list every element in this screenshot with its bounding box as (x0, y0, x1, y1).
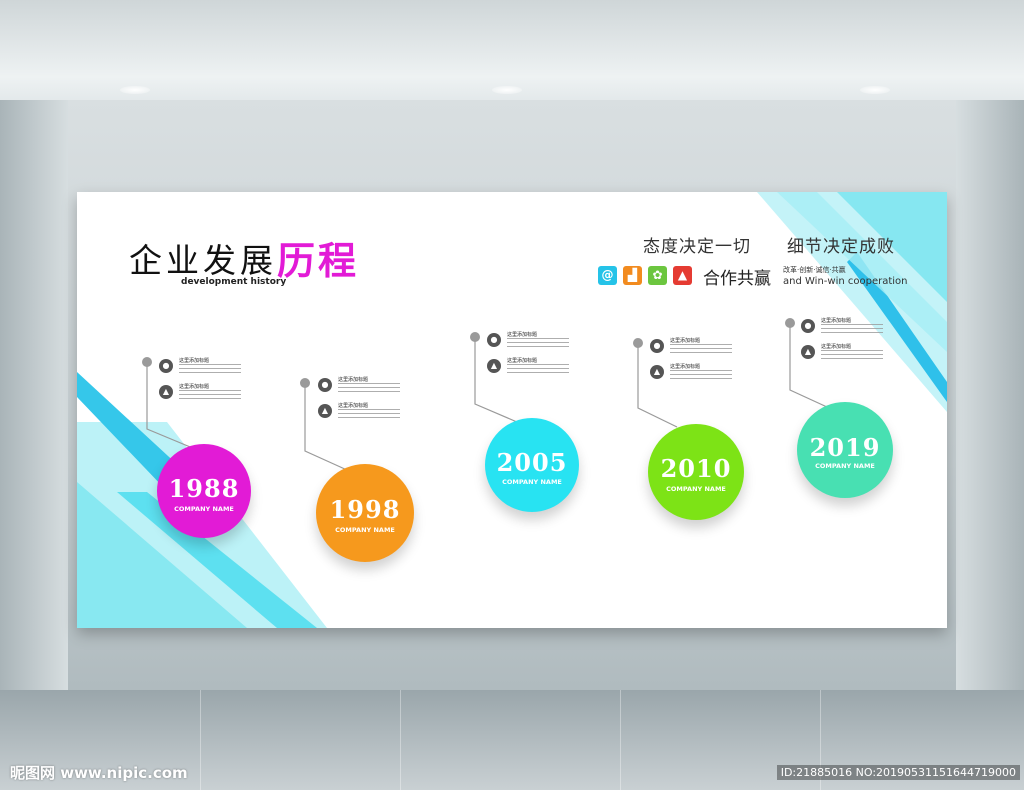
milestone-2010: 2010 COMPANY NAME (648, 424, 744, 520)
ceiling-light (860, 86, 890, 94)
image-icon: ▲ (318, 404, 332, 418)
image-icon: ▲ (159, 385, 173, 399)
info-title: 这里添加标题 (507, 358, 538, 364)
milestone-company: COMPANY NAME (666, 485, 726, 493)
info-row: ● 这里添加标题 (801, 317, 883, 339)
info-row: ● 这里添加标题 (487, 331, 569, 353)
info-text (507, 338, 569, 348)
image-icon: ▲ (801, 345, 815, 359)
timeline-dot (142, 357, 152, 367)
info-text (507, 364, 569, 374)
milestone-year: 2005 (496, 448, 568, 477)
info-text (670, 370, 732, 380)
floor-line (620, 690, 621, 790)
watermark-right: ID:21885016 NO:20190531151644719000 (776, 765, 1020, 780)
milestone-year: 2010 (660, 454, 732, 483)
timeline-dot (633, 338, 643, 348)
info-text (338, 383, 400, 393)
milestone-company: COMPANY NAME (174, 505, 234, 513)
info-text (821, 324, 883, 334)
timeline-board: 企业发展 历程 development history 态度决定一切 细节决定成… (77, 192, 947, 628)
milestone-company: COMPANY NAME (815, 462, 875, 470)
user-icon: ● (650, 339, 664, 353)
image-icon: ▲ (650, 365, 664, 379)
side-wall-left (0, 100, 70, 700)
milestone-company: COMPANY NAME (502, 478, 562, 486)
info-title: 这里添加标题 (821, 344, 852, 350)
milestone-info-2010: ● 这里添加标题 ▲ 这里添加标题 (650, 337, 732, 389)
side-wall-right (954, 100, 1024, 700)
info-text (338, 409, 400, 419)
floor-line (400, 690, 401, 790)
info-row: ▲ 这里添加标题 (318, 402, 400, 424)
milestone-2005: 2005 COMPANY NAME (485, 418, 579, 512)
milestone-info-1988: ● 这里添加标题 ▲ 这里添加标题 (159, 357, 241, 409)
info-title: 这里添加标题 (179, 384, 210, 390)
milestone-year: 2019 (809, 433, 881, 462)
info-row: ● 这里添加标题 (159, 357, 241, 379)
info-row: ▲ 这里添加标题 (159, 383, 241, 405)
watermark-left: 昵图网 www.nipic.com (10, 764, 188, 782)
timeline-dot (300, 378, 310, 388)
info-title: 这里添加标题 (507, 332, 538, 338)
ceiling-light (120, 86, 150, 94)
info-row: ● 这里添加标题 (318, 376, 400, 398)
milestone-info-2005: ● 这里添加标题 ▲ 这里添加标题 (487, 331, 569, 383)
info-row: ▲ 这里添加标题 (487, 357, 569, 379)
milestone-year: 1998 (329, 495, 401, 524)
info-row: ● 这里添加标题 (650, 337, 732, 359)
user-icon: ● (159, 359, 173, 373)
milestone-2019: 2019 COMPANY NAME (797, 402, 893, 498)
info-title: 这里添加标题 (821, 318, 852, 324)
info-row: ▲ 这里添加标题 (801, 343, 883, 365)
milestone-year: 1988 (168, 474, 240, 503)
milestone-1988: 1988 COMPANY NAME (157, 444, 251, 538)
user-icon: ● (801, 319, 815, 333)
floor-line (200, 690, 201, 790)
info-title: 这里添加标题 (338, 403, 369, 409)
info-title: 这里添加标题 (179, 358, 210, 364)
user-icon: ● (318, 378, 332, 392)
image-icon: ▲ (487, 359, 501, 373)
info-text (179, 390, 241, 400)
info-title: 这里添加标题 (670, 338, 701, 344)
timeline-dot (785, 318, 795, 328)
info-text (179, 364, 241, 374)
milestone-info-2019: ● 这里添加标题 ▲ 这里添加标题 (801, 317, 883, 369)
info-text (670, 344, 732, 354)
info-row: ▲ 这里添加标题 (650, 363, 732, 385)
user-icon: ● (487, 333, 501, 347)
info-title: 这里添加标题 (670, 364, 701, 370)
info-text (821, 350, 883, 360)
info-title: 这里添加标题 (338, 377, 369, 383)
milestone-1998: 1998 COMPANY NAME (316, 464, 414, 562)
milestone-company: COMPANY NAME (335, 526, 395, 534)
timeline-dot (470, 332, 480, 342)
milestone-info-1998: ● 这里添加标题 ▲ 这里添加标题 (318, 376, 400, 428)
ceiling-light (492, 86, 522, 94)
